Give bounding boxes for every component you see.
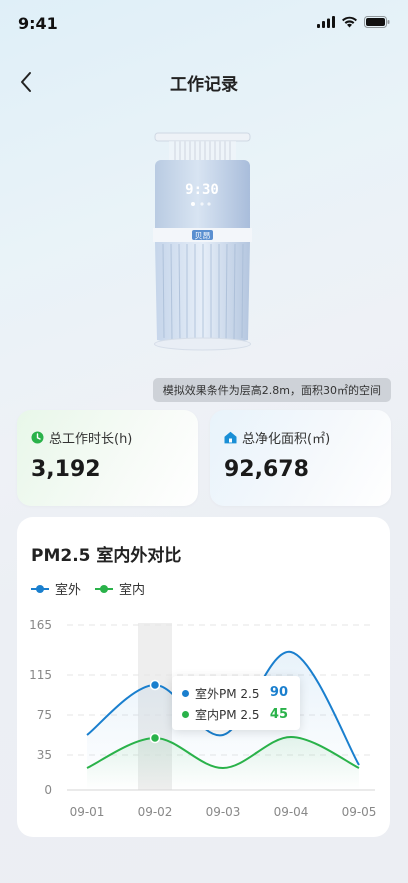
y-tick-label: 165: [29, 618, 52, 632]
status-bar: 9:41: [0, 0, 408, 48]
stat-label: 总净化面积(㎡): [242, 432, 331, 447]
tooltip-row-outdoor: 室外PM 2.5: [182, 685, 260, 702]
tooltip-row-indoor: 室内PM 2.5: [182, 706, 260, 723]
house-icon: [224, 431, 237, 444]
tooltip-dot-outdoor: [182, 690, 189, 697]
total-purified-area-card: 总净化面积(㎡) 92,678: [210, 410, 391, 506]
tooltip-value-indoor: 45: [269, 707, 288, 722]
device-brand-logo: 贝昂: [195, 232, 211, 241]
battery-icon: [364, 16, 390, 28]
y-tick-label: 115: [29, 668, 52, 682]
tooltip-label: 室内PM 2.5: [195, 708, 260, 722]
stat-value: 3,192: [31, 457, 101, 482]
page-title: 工作记录: [170, 75, 238, 95]
series-point-0: [149, 679, 161, 691]
y-tick-label: 75: [37, 708, 52, 722]
x-tick-label: 09-02: [138, 805, 173, 819]
device-display-time: 9:30: [185, 182, 219, 198]
wifi-icon: [342, 16, 357, 28]
total-work-hours-card: 总工作时长(h) 3,192: [17, 410, 198, 506]
clock-icon: [31, 431, 44, 444]
tooltip-value-outdoor: 90: [269, 685, 288, 700]
status-icons: [317, 16, 390, 28]
x-tick-label: 09-04: [274, 805, 309, 819]
status-time: 9:41: [18, 14, 58, 33]
tooltip-label: 室外PM 2.5: [195, 687, 260, 701]
chart-tooltip: 室外PM 2.5 90 室内PM 2.5 45: [172, 676, 300, 730]
y-tick-label: 0: [44, 783, 52, 797]
signal-icon: [317, 16, 335, 28]
stat-value: 92,678: [224, 457, 309, 482]
simulation-note: 模拟效果条件为层高2.8m，面积30㎡的空间: [152, 378, 391, 402]
air-purifier-image: 9:30 贝昂: [145, 130, 260, 360]
series-point-1: [149, 732, 161, 744]
y-tick-label: 35: [37, 748, 52, 762]
stat-label: 总工作时长(h): [49, 432, 133, 447]
x-tick-label: 09-01: [70, 805, 105, 819]
nav-bar: 工作记录: [0, 60, 408, 104]
tooltip-dot-indoor: [182, 711, 189, 718]
x-tick-label: 09-05: [342, 805, 377, 819]
x-tick-label: 09-03: [206, 805, 241, 819]
